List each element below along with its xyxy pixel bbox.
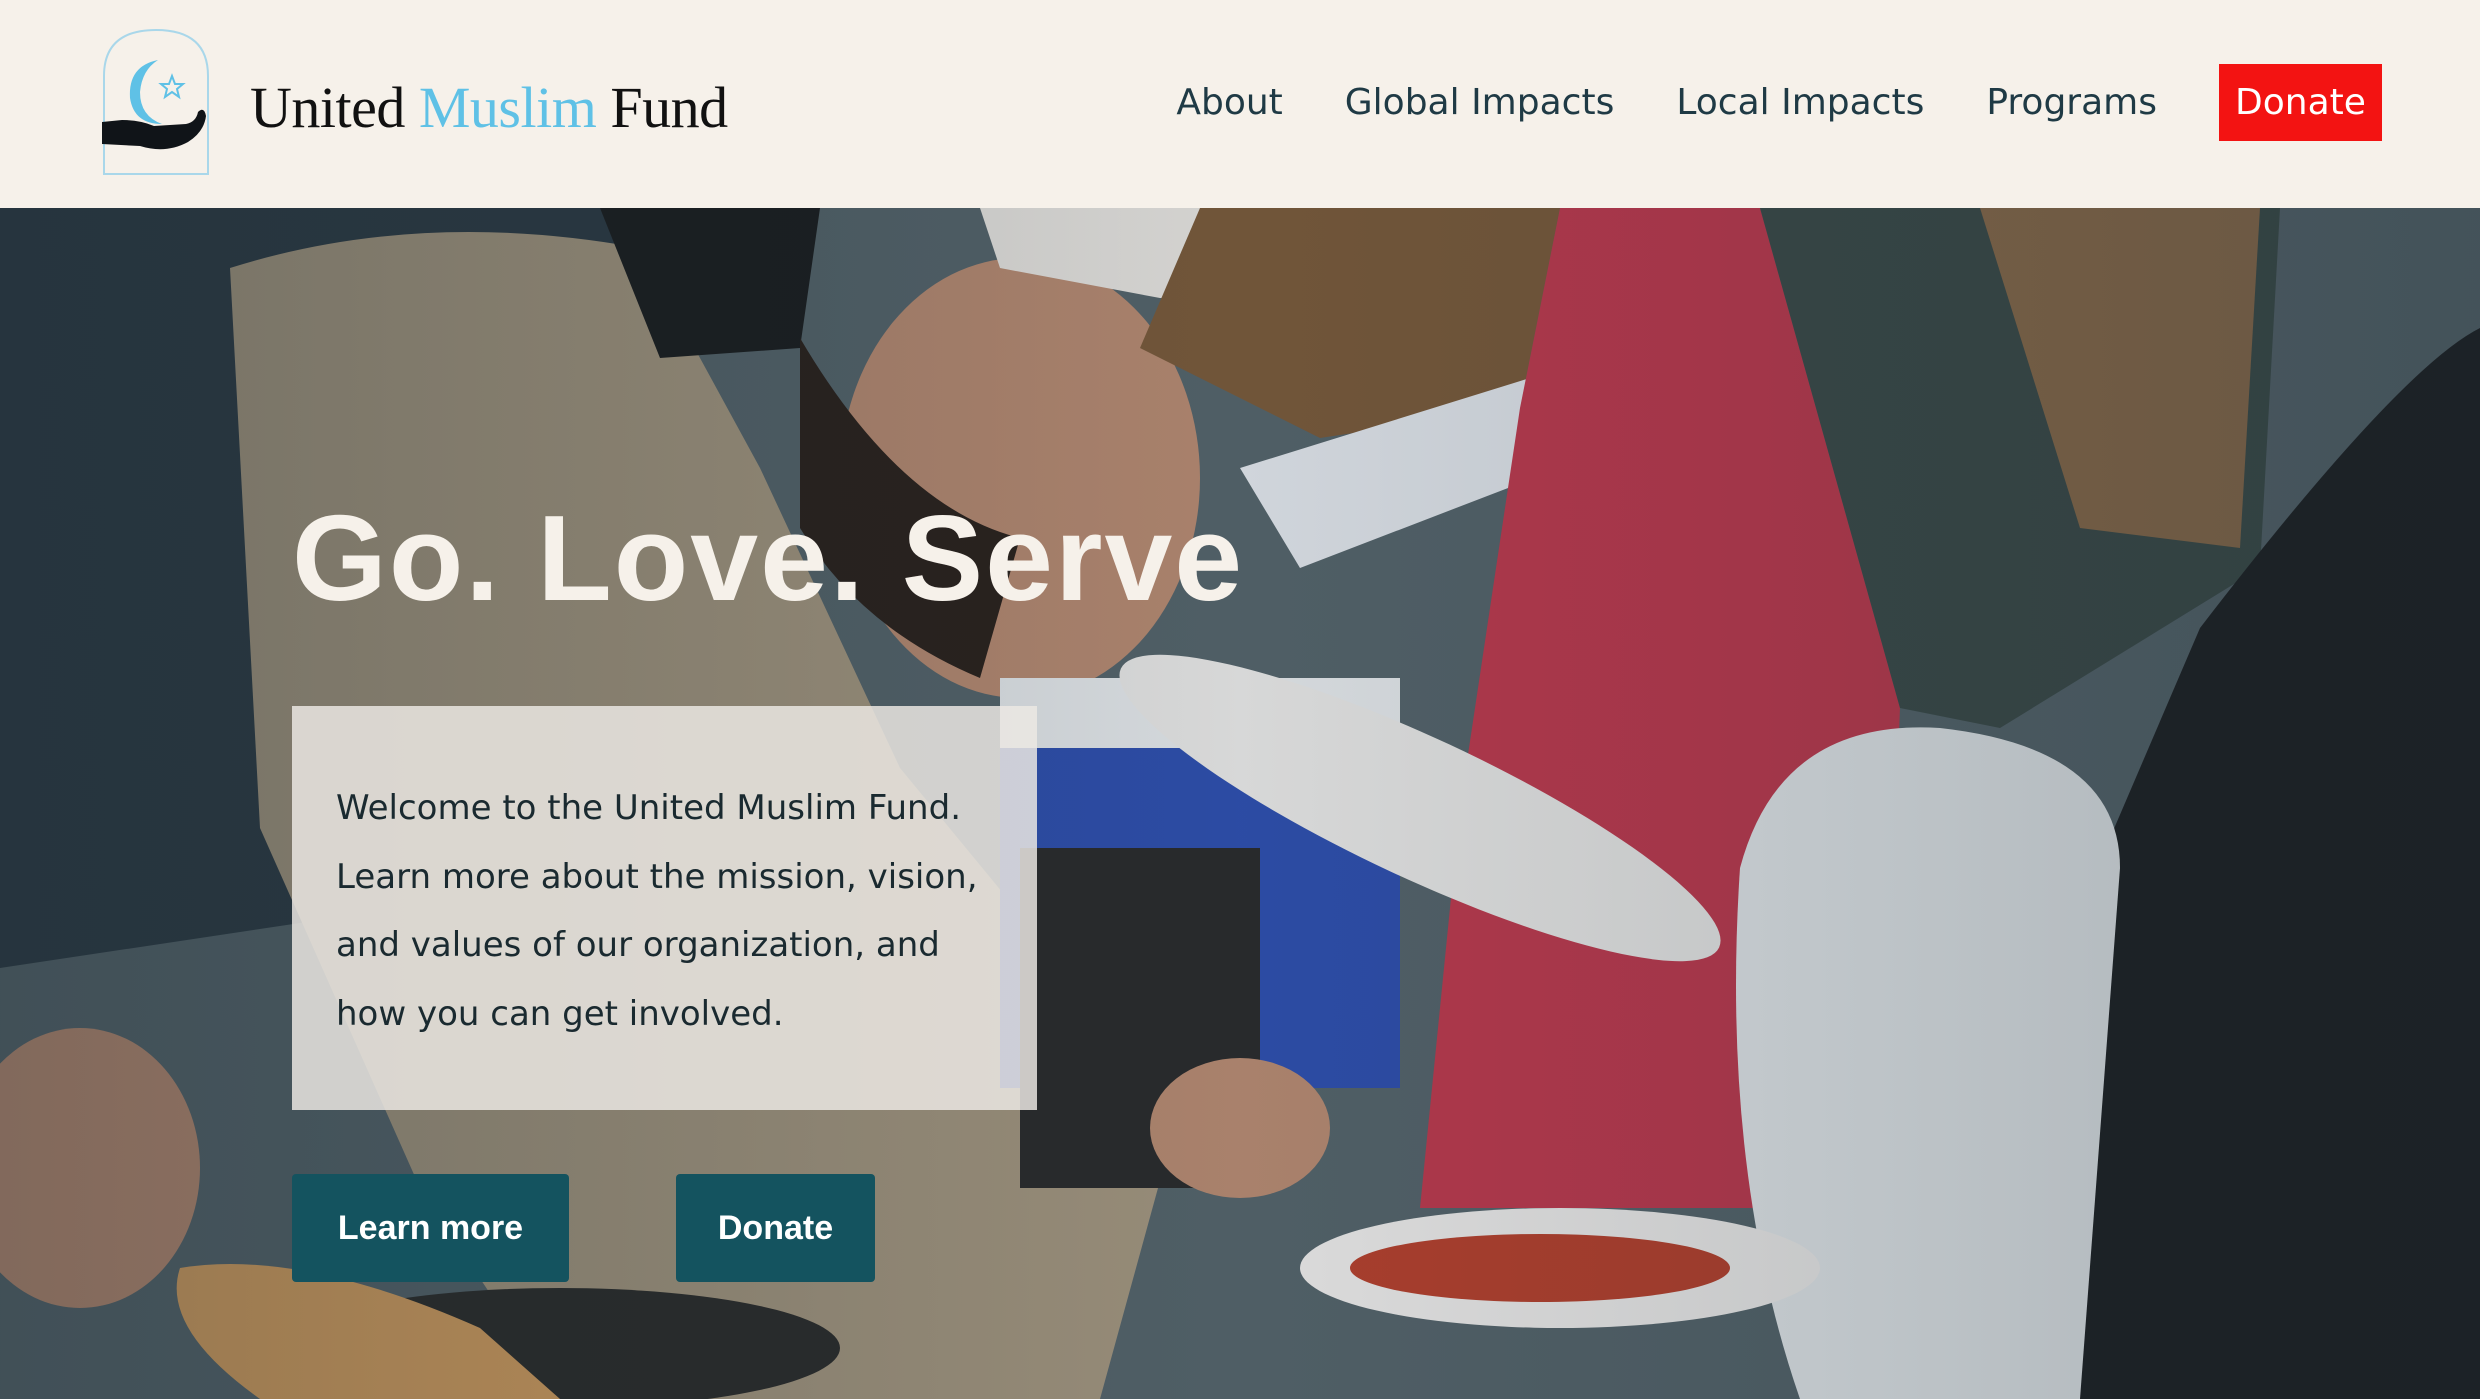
intro-text: Welcome to the United Muslim Fund. Learn… — [336, 788, 978, 1034]
nav-item-global-impacts[interactable]: Global Impacts — [1345, 82, 1615, 123]
nav-item-about[interactable]: About — [1176, 82, 1282, 123]
hero-section: Go. Love. Serve Welcome to the United Mu… — [0, 208, 2480, 1399]
logo-word-muslim: Muslim — [418, 75, 597, 140]
main-nav: About Global Impacts Local Impacts Progr… — [1176, 64, 2382, 141]
logo-word-fund: Fund — [610, 75, 728, 140]
nav-donate-button[interactable]: Donate — [2219, 64, 2382, 141]
site-header: United Muslim Fund About Global Impacts … — [0, 0, 2480, 208]
site-logo-text[interactable]: United Muslim Fund — [250, 74, 728, 141]
nav-item-programs[interactable]: Programs — [1986, 82, 2157, 123]
hand-crescent-star-logo-icon[interactable] — [100, 26, 212, 178]
nav-item-local-impacts[interactable]: Local Impacts — [1676, 82, 1924, 123]
intro-box: Welcome to the United Muslim Fund. Learn… — [292, 706, 1037, 1110]
learn-more-button[interactable]: Learn more — [292, 1174, 569, 1282]
hero-donate-button[interactable]: Donate — [676, 1174, 875, 1282]
hero-title: Go. Love. Serve — [292, 490, 1245, 626]
logo-word-united: United — [250, 75, 405, 140]
